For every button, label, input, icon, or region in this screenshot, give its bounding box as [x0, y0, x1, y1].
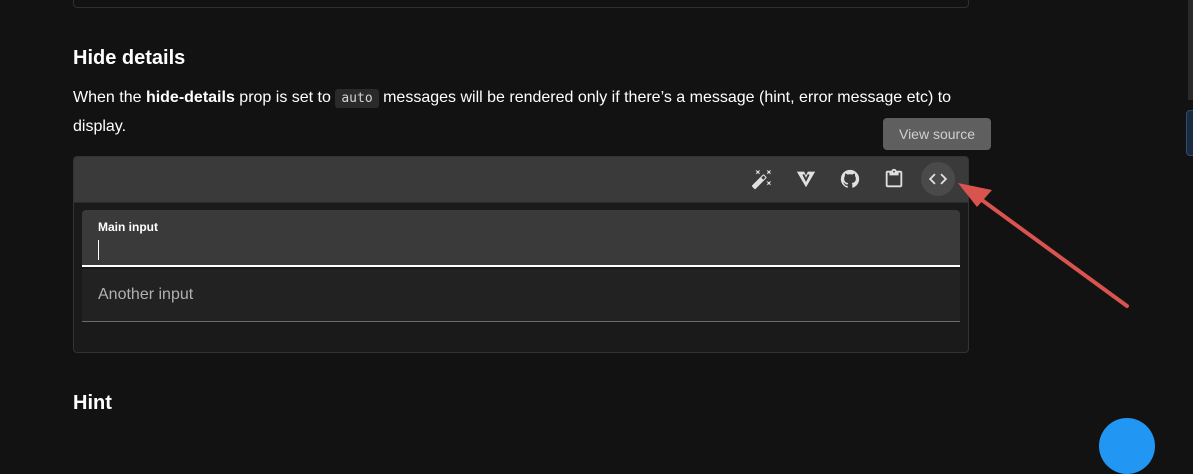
copy-code-button[interactable] — [877, 162, 911, 196]
example-card: Main input Another input — [73, 156, 969, 353]
text-caret — [98, 240, 99, 260]
description-prop-name: hide-details — [145, 89, 235, 106]
side-panel-tab[interactable] — [1186, 110, 1193, 156]
github-button[interactable] — [833, 162, 867, 196]
section-description: When the hide-details prop is set to aut… — [73, 84, 963, 141]
view-source-tooltip: View source — [883, 118, 991, 150]
previous-example-card — [73, 0, 969, 8]
code-icon — [928, 173, 948, 185]
another-input-placeholder: Another input — [98, 286, 194, 303]
example-toolbar — [74, 157, 968, 203]
description-text-mid: prop is set to — [234, 89, 336, 106]
theme-toggle-icon — [751, 169, 772, 190]
next-section-heading: Hint — [73, 392, 112, 414]
inline-code: auto — [335, 89, 379, 108]
main-input-field[interactable]: Main input — [82, 210, 960, 267]
main-input-label: Main input — [98, 220, 158, 234]
view-source-button[interactable] — [921, 162, 955, 196]
github-icon — [840, 169, 860, 188]
theme-toggle-button[interactable] — [745, 162, 779, 196]
vuetify-play-button[interactable] — [789, 162, 823, 196]
page-scrollbar[interactable] — [1188, 0, 1193, 100]
floating-action-button[interactable] — [1099, 418, 1155, 474]
section-heading: Hide details — [73, 47, 186, 69]
clipboard-icon — [885, 168, 903, 188]
vuetify-icon — [796, 171, 816, 188]
another-input-field[interactable]: Another input — [82, 269, 960, 322]
description-text-start: When the — [73, 89, 146, 106]
